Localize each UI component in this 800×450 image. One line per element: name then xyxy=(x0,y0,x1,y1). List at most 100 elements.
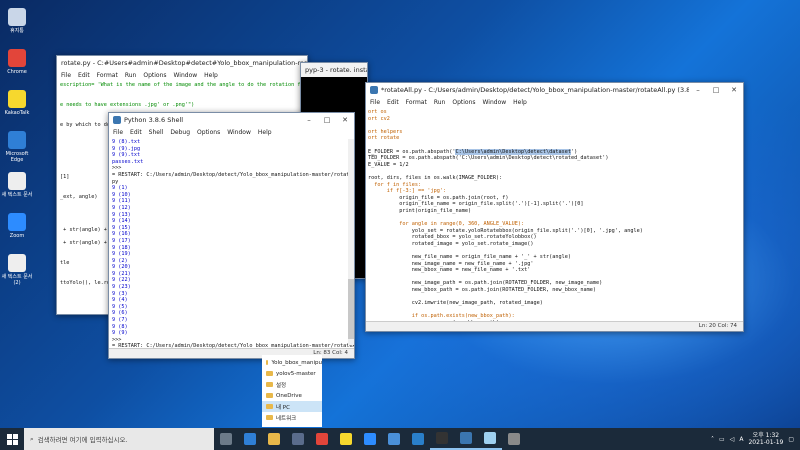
background-window-title-bar[interactable]: pyp-3 - rotate. install xyxy=(301,63,367,77)
menu-item-help[interactable]: Help xyxy=(258,129,272,136)
menu-item-run[interactable]: Run xyxy=(125,72,137,79)
desktop-icon[interactable]: 휴지통 xyxy=(0,8,34,34)
start-button[interactable] xyxy=(0,428,24,450)
taskbar-kakaotalk-icon[interactable] xyxy=(334,428,358,450)
desktop-icon[interactable]: Chrome xyxy=(0,49,34,75)
minimize-button[interactable]: – xyxy=(300,116,318,124)
network-icon[interactable]: ▭ xyxy=(719,436,725,443)
folder-icon xyxy=(266,393,273,398)
desktop-icon-label: Microsoft Edge xyxy=(5,151,29,163)
explorer-item[interactable]: 설정 xyxy=(262,379,322,390)
explorer-item[interactable]: yolov5-master xyxy=(262,368,322,379)
taskbar-file-explorer-icon[interactable] xyxy=(262,428,286,450)
explorer-item[interactable]: 네트워크 xyxy=(262,412,322,423)
taskbar-chrome-icon[interactable] xyxy=(310,428,334,450)
minimize-button[interactable]: – xyxy=(689,86,707,94)
ime-indicator[interactable]: A xyxy=(739,436,743,443)
taskbar-photos-icon[interactable] xyxy=(382,428,406,450)
scrollbar[interactable] xyxy=(348,139,354,345)
menu-item-file[interactable]: File xyxy=(61,72,71,79)
code-line: 9 (11) xyxy=(112,198,131,205)
rotateall-py-editor-window[interactable]: *rotateAll.py - C:/Users/admin/Desktop/d… xyxy=(365,82,744,332)
taskbar-search-box[interactable]: ⌕ 검색하려면 여기에 입력하십시오. xyxy=(24,428,214,450)
menu-item-options[interactable]: Options xyxy=(143,72,166,79)
taskbar-python-idle-icon[interactable] xyxy=(454,428,478,450)
python-icon xyxy=(370,86,378,94)
desktop-icon[interactable]: 새 텍스트 문서 (2) xyxy=(0,254,34,286)
python-shell-window[interactable]: Python 3.8.6 Shell – □ ✕ File Edit Shell De… xyxy=(108,112,355,359)
code-line: >>> xyxy=(112,336,122,343)
folder-icon xyxy=(266,382,273,387)
app-icon xyxy=(8,254,26,272)
code-line: origin_file = os.path.join(root, f) xyxy=(368,194,509,201)
taskbar-terminal-icon[interactable] xyxy=(430,428,454,450)
code-line: >>> xyxy=(112,165,122,172)
code-line: 9 (5) xyxy=(112,303,128,310)
shell-title-bar[interactable]: Python 3.8.6 Shell – □ ✕ xyxy=(109,113,354,127)
menu-item-file[interactable]: File xyxy=(370,99,380,106)
menu-bar: File Edit Format Run Options Window Help xyxy=(57,70,307,80)
menu-item-help[interactable]: Help xyxy=(204,72,218,79)
code-line: new_bbox_path = os.path.join(ROTATED_FOL… xyxy=(368,287,596,294)
system-tray: ˄ ▭ ◁ A 오후 1:32 2021-01-19 ▢ xyxy=(711,432,800,446)
explorer-item-label: 내 PC xyxy=(276,404,290,411)
menu-item-format[interactable]: Format xyxy=(406,99,427,106)
desktop-icon[interactable]: Zoom xyxy=(0,213,34,239)
menu-item-edit[interactable]: Edit xyxy=(78,72,90,79)
menu-item-edit[interactable]: Edit xyxy=(387,99,399,106)
menu-item-help[interactable]: Help xyxy=(513,99,527,106)
menu-item-format[interactable]: Format xyxy=(97,72,118,79)
maximize-button[interactable]: □ xyxy=(707,86,725,94)
taskbar-vscode-icon[interactable] xyxy=(406,428,430,450)
file-explorer-window[interactable]: Yolo_bbox_manipu yolov5-master 설정 OneDrive 내… xyxy=(262,355,322,427)
desktop-icon[interactable]: 새 텍스트 문서 xyxy=(0,172,34,198)
taskbar-task-view-icon[interactable] xyxy=(214,428,238,450)
code-editor[interactable]: ort os ort cv2 ort helpers ort rotate E_FO… xyxy=(368,109,743,331)
taskbar-notepad-icon[interactable] xyxy=(478,428,502,450)
folder-icon xyxy=(266,360,269,365)
code-line: 9 (18) xyxy=(112,244,131,251)
close-button[interactable]: ✕ xyxy=(725,86,743,94)
menu-item-window[interactable]: Window xyxy=(483,99,507,106)
explorer-item[interactable]: OneDrive xyxy=(262,390,322,401)
clock[interactable]: 오후 1:32 2021-01-19 xyxy=(748,432,783,446)
explorer-item[interactable]: 내 PC xyxy=(262,401,322,412)
rotateall-title-bar[interactable]: *rotateAll.py - C:/Users/admin/Desktop/d… xyxy=(366,83,743,97)
maximize-button[interactable]: □ xyxy=(318,116,336,124)
menu-item-file[interactable]: File xyxy=(113,129,123,136)
volume-icon[interactable]: ◁ xyxy=(730,436,735,443)
explorer-item[interactable]: Yolo_bbox_manipu xyxy=(262,357,322,368)
taskbar-zoom-icon[interactable] xyxy=(358,428,382,450)
shell-output[interactable]: 9 (8).txt 9 (9).jpg 9 (9).txt passes.txt >>>… xyxy=(112,139,354,358)
app-icon xyxy=(8,172,26,190)
navigation-pane: Yolo_bbox_manipu yolov5-master 설정 OneDrive 내… xyxy=(262,355,322,423)
menu-item-window[interactable]: Window xyxy=(227,129,251,136)
desktop-icon-label: 휴지통 xyxy=(10,28,24,34)
explorer-item-label: OneDrive xyxy=(276,392,302,399)
menu-item-window[interactable]: Window xyxy=(174,72,198,79)
menu-item-shell[interactable]: Shell xyxy=(149,129,164,136)
menu-item-run[interactable]: Run xyxy=(434,99,446,106)
code-line: 9 (8) xyxy=(112,323,128,330)
window-title: Python 3.8.6 Shell xyxy=(124,116,184,124)
desktop-icon[interactable]: KakaoTalk xyxy=(0,90,34,116)
desktop-icon[interactable]: Microsoft Edge xyxy=(0,131,34,163)
taskbar-store-icon[interactable] xyxy=(286,428,310,450)
close-button[interactable]: ✕ xyxy=(336,116,354,124)
menu-item-options[interactable]: Options xyxy=(452,99,475,106)
rotate-py-title-bar[interactable]: rotate.py - C:#Users#admin#Desktop#detec… xyxy=(57,56,307,70)
menu-item-debug[interactable]: Debug xyxy=(170,129,190,136)
taskbar-edge-icon[interactable] xyxy=(238,428,262,450)
code-line: 9 (12) xyxy=(112,204,131,211)
menu-item-edit[interactable]: Edit xyxy=(130,129,142,136)
menu-item-options[interactable]: Options xyxy=(197,129,220,136)
notification-icon[interactable]: ▢ xyxy=(788,436,794,443)
taskbar-settings-icon[interactable] xyxy=(502,428,526,450)
explorer-item-label: Yolo_bbox_manipu xyxy=(271,359,322,366)
chevron-up-icon[interactable]: ˄ xyxy=(711,436,714,443)
desktop-icon-label: Chrome xyxy=(7,69,27,75)
